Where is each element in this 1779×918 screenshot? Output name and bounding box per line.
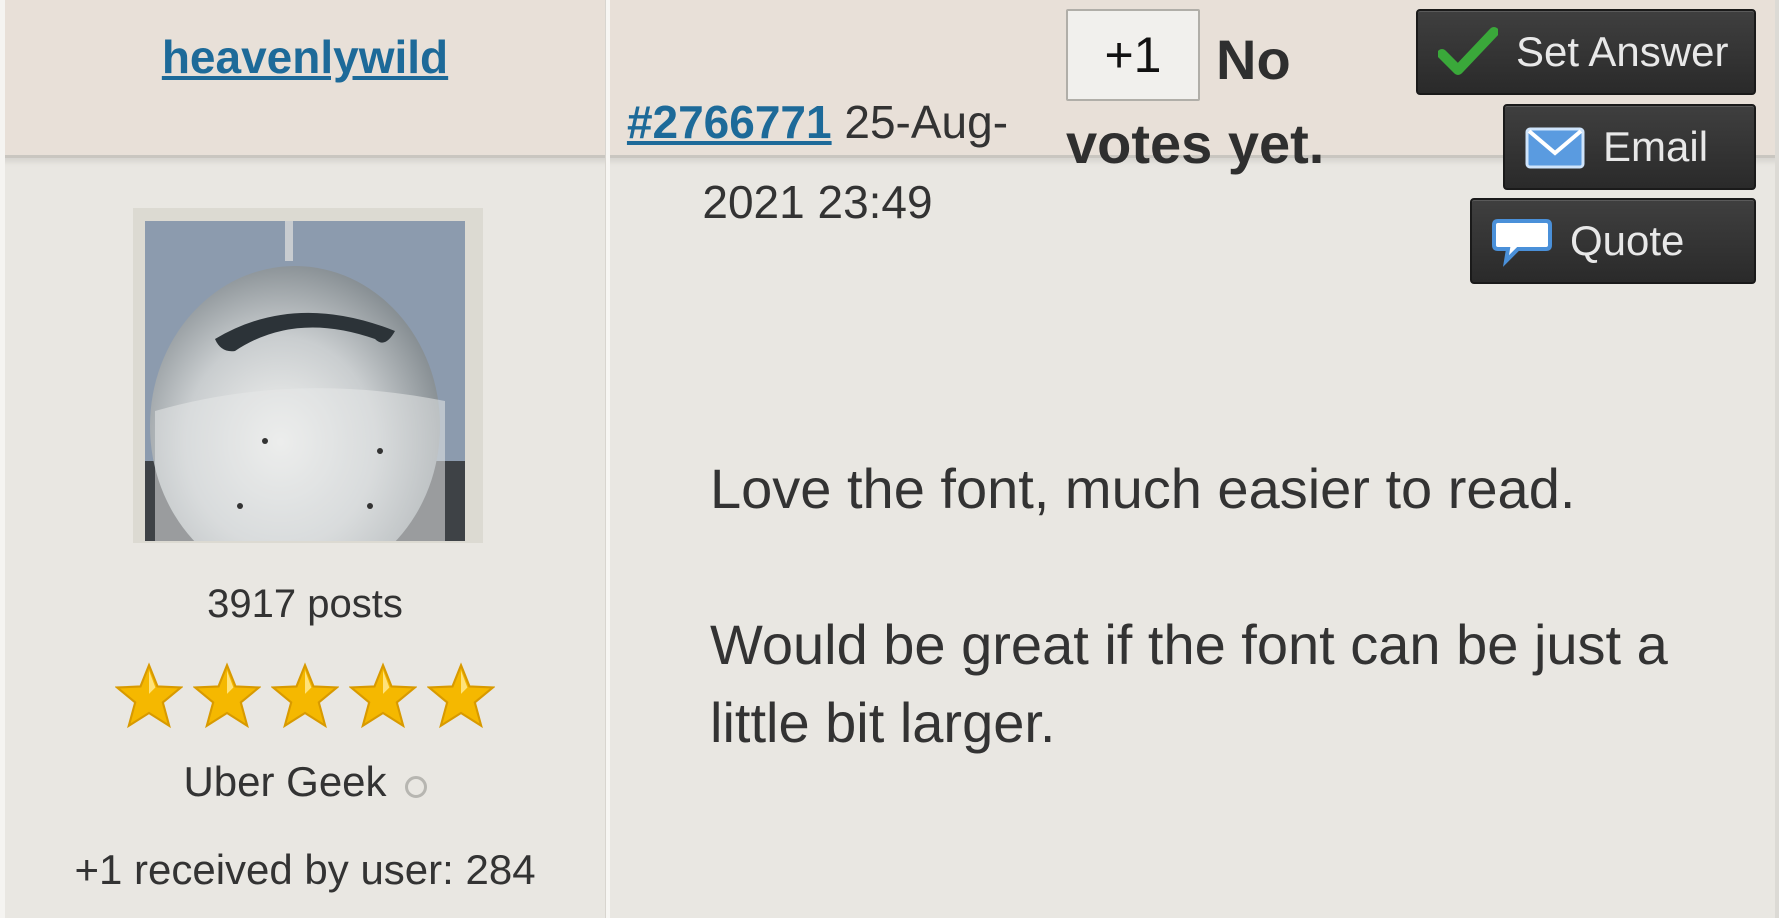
email-label: Email [1603,123,1709,170]
quote-button[interactable]: Quote [1470,198,1756,284]
star-rating [5,662,605,730]
star-icon [271,662,339,729]
star-icon [427,662,495,729]
right-edge [1775,0,1779,918]
check-icon [1438,27,1498,75]
set-answer-label: Set Answer [1516,28,1729,75]
rank-label: Uber Geek [183,758,387,805]
quote-label: Quote [1570,217,1685,264]
envelope-icon [1525,127,1585,169]
status-dot-icon [404,776,427,798]
plus-one-button[interactable]: +1 [1066,9,1200,101]
star-icon [349,662,417,729]
post-id-link[interactable]: #2766771 [627,96,832,148]
star-icon [115,662,183,729]
post-meta: #2766771 25-Aug-2021 23:49 [625,82,1010,242]
avatar[interactable] [145,221,465,541]
set-answer-button[interactable]: Set Answer [1416,9,1756,95]
avatar-frame [133,208,483,543]
user-rank: Uber Geek [5,758,605,806]
airplane-nose-image [145,221,465,541]
post-paragraph: Love the font, much easier to read. [710,457,1576,520]
user-info-column: heavenlywild 3917 posts Uber Geek +1 rec… [5,0,605,918]
username-link[interactable]: heavenlywild [5,30,605,84]
post-body: Love the font, much easier to read. Woul… [710,450,1710,762]
column-divider [605,0,610,918]
star-icon [193,662,261,729]
email-button[interactable]: Email [1503,104,1756,190]
plus-one-received: +1 received by user: 284 [74,846,536,893]
post-count: 3917 posts [207,582,403,626]
speech-bubble-icon [1492,219,1552,267]
post-paragraph: Would be great if the font can be just a… [710,613,1668,754]
